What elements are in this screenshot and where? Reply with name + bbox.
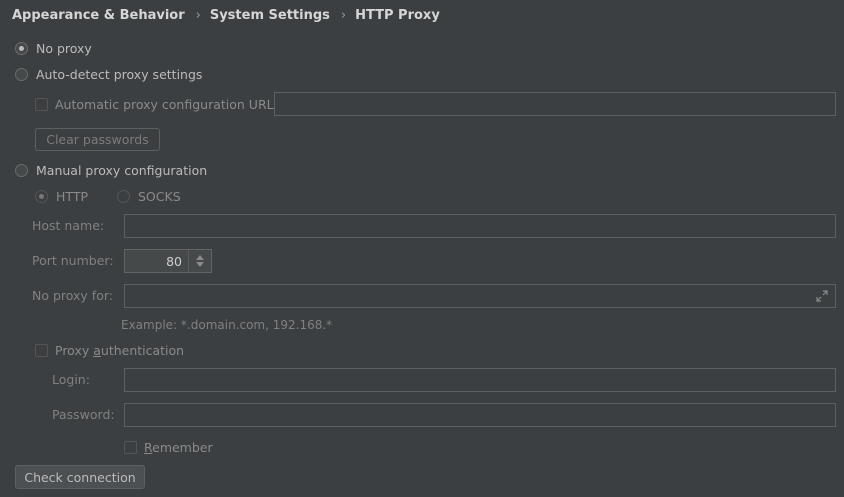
port-number-value[interactable]: 80 [125,250,188,272]
socks-radio[interactable] [117,189,130,203]
proxy-auth-option[interactable]: Proxy authentication [35,342,184,358]
password-label: Password: [52,407,115,422]
port-number-label: Port number: [32,253,114,268]
host-name-input[interactable] [124,214,836,238]
http-radio[interactable] [35,189,48,203]
port-number-stepper[interactable]: 80 [124,249,212,273]
clear-passwords-button[interactable]: Clear passwords [35,128,160,151]
host-name-label: Host name: [32,218,105,233]
auto-config-url-input[interactable] [274,92,836,116]
remember-option[interactable]: Remember [124,439,213,455]
password-input[interactable] [124,403,836,427]
chevron-up-icon[interactable] [196,255,204,260]
auto-config-url-label: Automatic proxy configuration URL: [55,96,278,112]
no-proxy-label: No proxy [36,40,92,56]
socks-label: SOCKS [138,188,181,204]
no-proxy-radio[interactable] [15,41,28,55]
login-label: Login: [52,372,90,387]
port-spinner-arrows[interactable] [188,250,211,272]
manual-proxy-radio[interactable] [15,163,28,177]
remember-checkbox[interactable] [124,440,137,454]
no-proxy-example-text: Example: *.domain.com, 192.168.* [121,318,333,332]
breadcrumb-item-http-proxy: HTTP Proxy [355,7,440,23]
no-proxy-for-input[interactable] [124,284,836,308]
http-option[interactable]: HTTP [35,188,88,204]
chevron-right-icon: › [340,7,347,23]
remember-label: Remember [144,439,213,455]
check-connection-button[interactable]: Check connection [15,465,145,489]
manual-proxy-label: Manual proxy configuration [36,162,208,178]
no-proxy-option[interactable]: No proxy [15,40,92,56]
socks-option[interactable]: SOCKS [117,188,181,204]
auto-config-url-checkbox[interactable] [35,97,48,111]
proxy-auth-checkbox[interactable] [35,343,48,357]
auto-detect-option[interactable]: Auto-detect proxy settings [15,66,202,82]
breadcrumb-item-system-settings[interactable]: System Settings [210,8,330,23]
auto-detect-label: Auto-detect proxy settings [36,66,203,82]
manual-proxy-option[interactable]: Manual proxy configuration [15,162,207,178]
http-label: HTTP [56,188,88,204]
auto-detect-radio[interactable] [15,67,28,81]
chevron-down-icon[interactable] [196,262,204,267]
breadcrumb-item-appearance[interactable]: Appearance & Behavior [12,8,185,23]
login-input[interactable] [124,368,836,392]
no-proxy-for-label: No proxy for: [32,288,113,303]
breadcrumb: Appearance & Behavior › System Settings … [12,6,440,24]
auto-config-url-option[interactable]: Automatic proxy configuration URL: [35,96,278,112]
proxy-auth-label: Proxy authentication [55,342,185,358]
expand-icon[interactable] [815,289,829,303]
chevron-right-icon: › [195,7,201,23]
